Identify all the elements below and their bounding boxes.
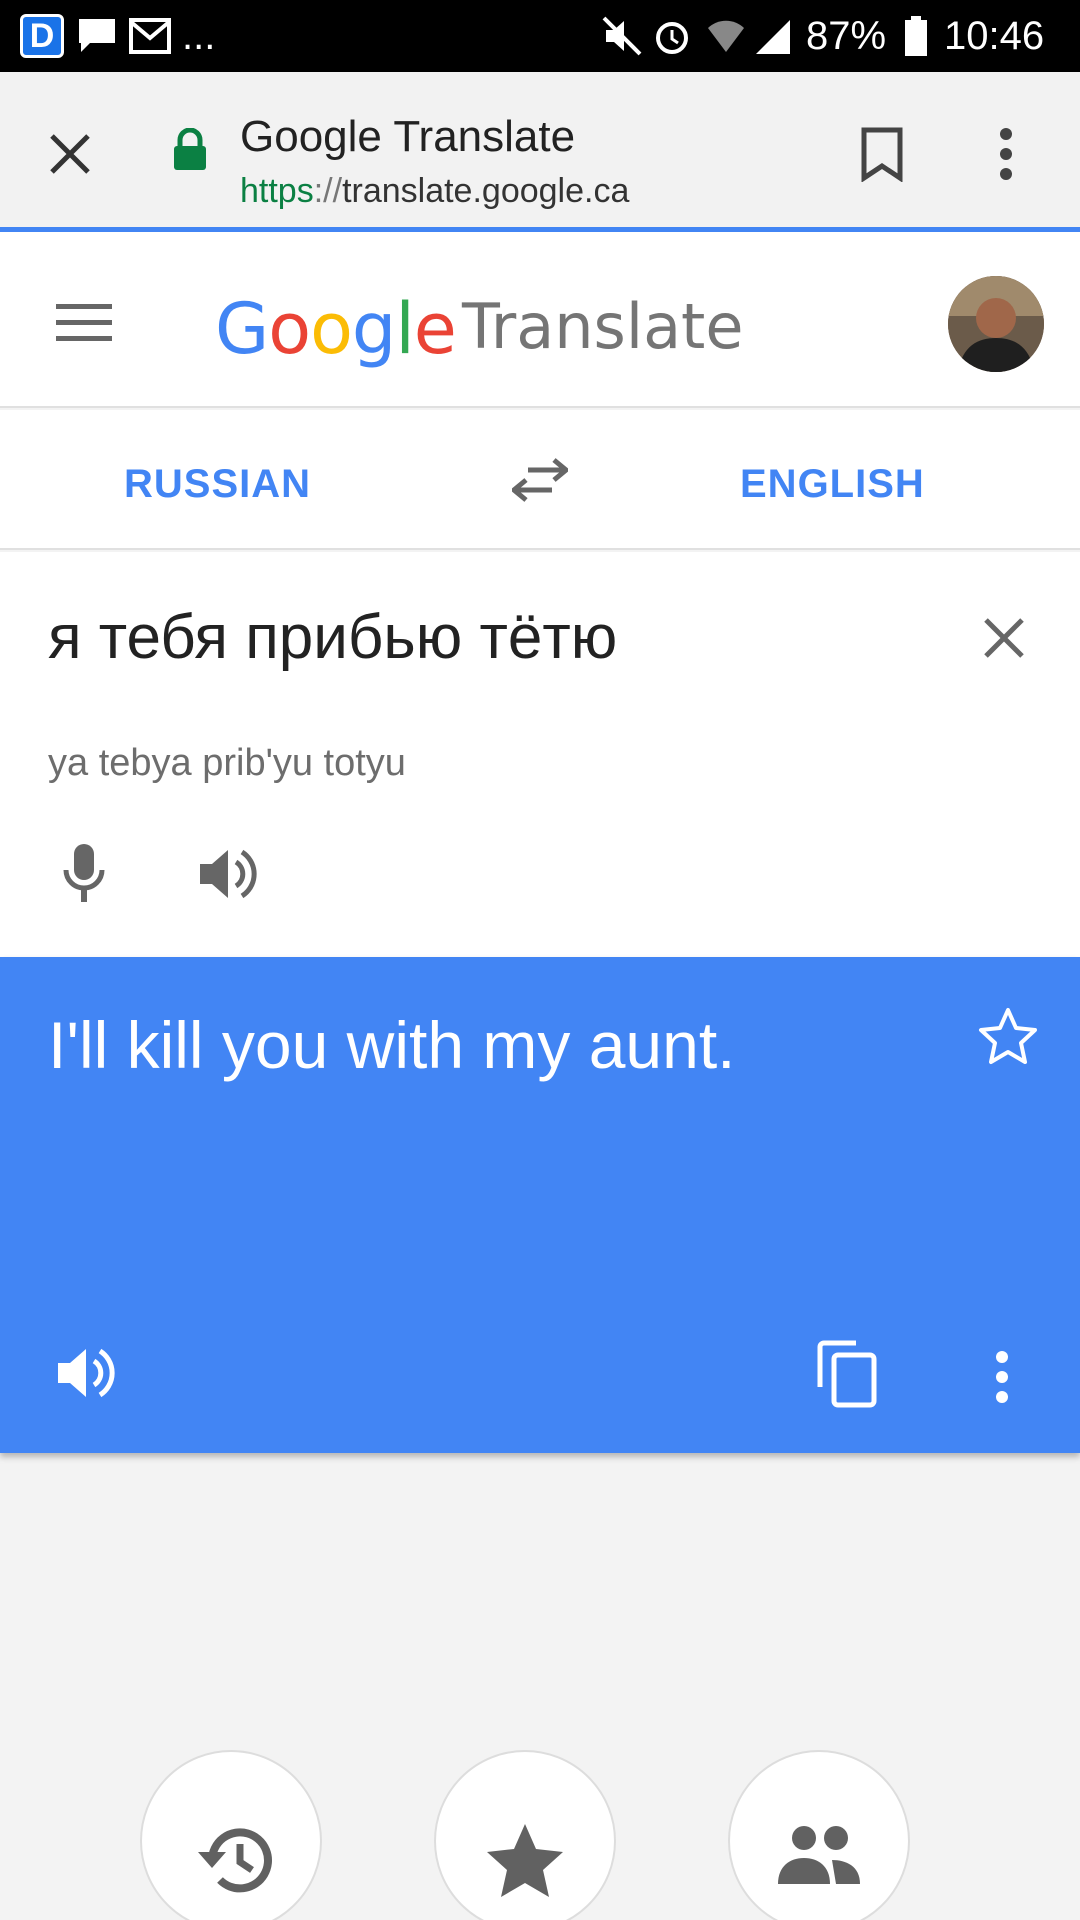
target-language-button[interactable]: ENGLISH bbox=[740, 462, 925, 507]
source-text[interactable]: я тебя прибью тётю bbox=[48, 602, 617, 673]
url-scheme: https bbox=[240, 172, 314, 210]
source-language-button[interactable]: RUSSIAN bbox=[124, 462, 311, 507]
community-icon bbox=[778, 1826, 860, 1884]
logo-letter: o bbox=[268, 288, 311, 370]
logo-letter: g bbox=[351, 288, 396, 370]
logo-letter: l bbox=[395, 288, 414, 370]
speaker-icon[interactable] bbox=[198, 846, 258, 902]
clear-input-icon[interactable] bbox=[982, 616, 1026, 660]
mute-icon bbox=[602, 16, 642, 56]
language-bar: RUSSIAN ENGLISH bbox=[0, 410, 1080, 550]
logo-letter: G bbox=[215, 288, 269, 370]
battery-icon bbox=[905, 16, 927, 56]
transliteration: ya tebya prib'yu totyu bbox=[48, 742, 406, 784]
close-icon[interactable] bbox=[48, 132, 92, 176]
app-header: Google Translate bbox=[0, 232, 1080, 408]
app-notification-icon: D bbox=[20, 14, 64, 58]
alarm-icon bbox=[656, 22, 688, 54]
browser-toolbar: Google Translate https://translate.googl… bbox=[0, 72, 1080, 232]
translation-text: I'll kill you with my aunt. bbox=[48, 1008, 736, 1082]
history-button[interactable] bbox=[140, 1750, 322, 1920]
translation-result-card: I'll kill you with my aunt. bbox=[0, 957, 1080, 1453]
result-more-icon[interactable] bbox=[994, 1349, 1010, 1405]
product-name: Translate bbox=[462, 290, 744, 363]
google-logo: Google bbox=[215, 288, 457, 370]
clock: 10:46 bbox=[944, 14, 1045, 58]
result-speaker-icon[interactable] bbox=[56, 1345, 116, 1401]
phrasebook-button[interactable] bbox=[434, 1750, 616, 1920]
hamburger-menu-icon[interactable] bbox=[56, 302, 112, 342]
source-input-area[interactable]: я тебя прибью тётю ya tebya prib'yu toty… bbox=[0, 552, 1080, 957]
more-notifications: ... bbox=[182, 14, 216, 58]
message-icon bbox=[79, 19, 115, 52]
url-separator: :// bbox=[313, 172, 343, 210]
bookmark-icon[interactable] bbox=[860, 126, 904, 182]
logo-letter: e bbox=[413, 288, 457, 370]
microphone-icon[interactable] bbox=[62, 842, 106, 904]
swap-languages-icon[interactable] bbox=[512, 458, 568, 502]
logo-letter: o bbox=[310, 288, 353, 370]
avatar[interactable] bbox=[948, 276, 1044, 372]
star-icon[interactable] bbox=[978, 1007, 1038, 1065]
community-button[interactable] bbox=[728, 1750, 910, 1920]
history-icon bbox=[198, 1828, 272, 1893]
phrasebook-star-icon bbox=[487, 1824, 563, 1897]
page-title: Google Translate bbox=[240, 112, 576, 161]
lock-icon bbox=[174, 128, 206, 170]
status-bar: D ... 87% 10:46 bbox=[0, 0, 1080, 72]
avatar-photo bbox=[948, 276, 1044, 372]
url-text[interactable]: https://translate.google.ca bbox=[240, 172, 629, 211]
wifi-icon bbox=[708, 20, 744, 52]
overflow-menu-icon[interactable] bbox=[998, 126, 1014, 182]
url-host: translate.google.ca bbox=[342, 172, 630, 210]
gmail-icon bbox=[129, 18, 171, 54]
copy-icon[interactable] bbox=[816, 1339, 880, 1409]
battery-percent: 87% bbox=[806, 14, 887, 58]
signal-icon bbox=[756, 20, 790, 54]
